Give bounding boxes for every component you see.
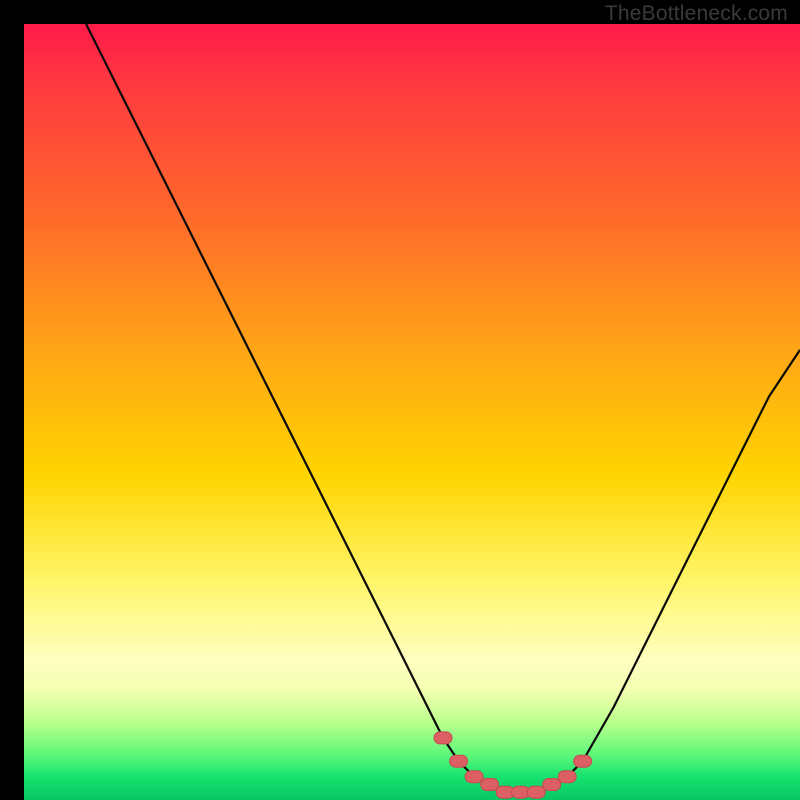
- plot-frame: [12, 12, 788, 788]
- plot-area: [24, 24, 800, 800]
- heat-gradient-background: [24, 24, 800, 800]
- watermark-label: TheBottleneck.com: [605, 2, 788, 26]
